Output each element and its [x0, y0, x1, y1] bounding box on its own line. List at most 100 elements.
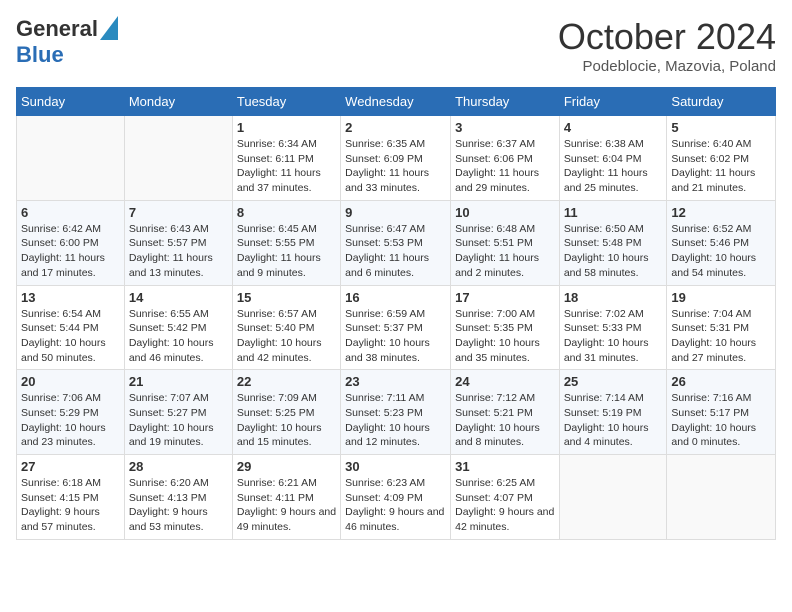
day-number: 4 [564, 120, 663, 135]
day-cell: 22Sunrise: 7:09 AMSunset: 5:25 PMDayligh… [232, 370, 340, 455]
day-cell [559, 455, 667, 540]
day-info: Sunrise: 6:18 AMSunset: 4:15 PMDaylight:… [21, 476, 120, 535]
day-info: Sunrise: 6:50 AMSunset: 5:48 PMDaylight:… [564, 222, 663, 281]
day-cell: 20Sunrise: 7:06 AMSunset: 5:29 PMDayligh… [17, 370, 125, 455]
day-number: 6 [21, 205, 120, 220]
day-info: Sunrise: 7:12 AMSunset: 5:21 PMDaylight:… [455, 391, 555, 450]
day-cell: 2 Sunrise: 6:35 AMSunset: 6:09 PMDaylight… [341, 116, 451, 201]
day-info: Sunrise: 7:02 AMSunset: 5:33 PMDaylight:… [564, 307, 663, 366]
day-cell [124, 116, 232, 201]
day-number: 2 [345, 120, 446, 135]
day-info: Sunrise: 6:21 AMSunset: 4:11 PMDaylight:… [237, 476, 336, 535]
day-info: Sunrise: 6:59 AMSunset: 5:37 PMDaylight:… [345, 307, 446, 366]
day-number: 23 [345, 374, 446, 389]
day-info: Sunrise: 6:57 AMSunset: 5:40 PMDaylight:… [237, 307, 336, 366]
calendar-header-row: SundayMondayTuesdayWednesdayThursdayFrid… [17, 88, 776, 116]
day-cell: 10Sunrise: 6:48 AMSunset: 5:51 PMDayligh… [451, 200, 560, 285]
day-number: 24 [455, 374, 555, 389]
location: Podeblocie, Mazovia, Poland [558, 58, 776, 75]
day-number: 21 [129, 374, 228, 389]
day-number: 22 [237, 374, 336, 389]
title-area: October 2024 Podeblocie, Mazovia, Poland [558, 16, 776, 75]
day-cell: 11 Sunrise: 6:50 AMSunset: 5:48 PMDayligh… [559, 200, 667, 285]
day-cell: 24 Sunrise: 7:12 AMSunset: 5:21 PMDayligh… [451, 370, 560, 455]
day-info: Sunrise: 6:34 AMSunset: 6:11 PMDaylight:… [237, 137, 336, 196]
day-cell: 6 Sunrise: 6:42 AMSunset: 6:00 PMDaylight… [17, 200, 125, 285]
day-info: Sunrise: 6:47 AMSunset: 5:53 PMDaylight:… [345, 222, 446, 281]
col-header-tuesday: Tuesday [232, 88, 340, 116]
page-header: General Blue October 2024 Podeblocie, Ma… [16, 16, 776, 75]
day-number: 28 [129, 459, 228, 474]
day-cell: 21 Sunrise: 7:07 AMSunset: 5:27 PMDayligh… [124, 370, 232, 455]
day-cell: 30Sunrise: 6:23 AMSunset: 4:09 PMDayligh… [341, 455, 451, 540]
day-number: 3 [455, 120, 555, 135]
day-number: 7 [129, 205, 228, 220]
logo-text-general: General [16, 16, 98, 42]
col-header-sunday: Sunday [17, 88, 125, 116]
week-row-2: 6 Sunrise: 6:42 AMSunset: 6:00 PMDaylight… [17, 200, 776, 285]
week-row-4: 20Sunrise: 7:06 AMSunset: 5:29 PMDayligh… [17, 370, 776, 455]
day-cell: 18 Sunrise: 7:02 AMSunset: 5:33 PMDayligh… [559, 285, 667, 370]
day-info: Sunrise: 7:07 AMSunset: 5:27 PMDaylight:… [129, 391, 228, 450]
day-number: 9 [345, 205, 446, 220]
col-header-thursday: Thursday [451, 88, 560, 116]
day-number: 14 [129, 290, 228, 305]
week-row-5: 27 Sunrise: 6:18 AMSunset: 4:15 PMDayligh… [17, 455, 776, 540]
day-number: 19 [671, 290, 771, 305]
day-info: Sunrise: 7:14 AMSunset: 5:19 PMDaylight:… [564, 391, 663, 450]
day-cell: 16 Sunrise: 6:59 AMSunset: 5:37 PMDayligh… [341, 285, 451, 370]
day-info: Sunrise: 6:43 AMSunset: 5:57 PMDaylight:… [129, 222, 228, 281]
day-cell: 23Sunrise: 7:11 AMSunset: 5:23 PMDayligh… [341, 370, 451, 455]
logo: General Blue [16, 16, 118, 68]
day-number: 29 [237, 459, 336, 474]
day-cell: 14Sunrise: 6:55 AMSunset: 5:42 PMDayligh… [124, 285, 232, 370]
month-title: October 2024 [558, 16, 776, 58]
day-number: 18 [564, 290, 663, 305]
logo-text-blue: Blue [16, 42, 64, 67]
logo-icon [100, 16, 118, 40]
day-number: 31 [455, 459, 555, 474]
day-number: 12 [671, 205, 771, 220]
col-header-saturday: Saturday [667, 88, 776, 116]
day-cell: 9 Sunrise: 6:47 AMSunset: 5:53 PMDaylight… [341, 200, 451, 285]
day-info: Sunrise: 6:42 AMSunset: 6:00 PMDaylight:… [21, 222, 120, 281]
day-cell: 7 Sunrise: 6:43 AMSunset: 5:57 PMDaylight… [124, 200, 232, 285]
day-cell: 3 Sunrise: 6:37 AMSunset: 6:06 PMDaylight… [451, 116, 560, 201]
day-info: Sunrise: 7:16 AMSunset: 5:17 PMDaylight:… [671, 391, 771, 450]
day-number: 17 [455, 290, 555, 305]
day-cell: 15 Sunrise: 6:57 AMSunset: 5:40 PMDayligh… [232, 285, 340, 370]
day-cell: 12Sunrise: 6:52 AMSunset: 5:46 PMDayligh… [667, 200, 776, 285]
day-number: 8 [237, 205, 336, 220]
day-cell: 1 Sunrise: 6:34 AMSunset: 6:11 PMDaylight… [232, 116, 340, 201]
day-number: 20 [21, 374, 120, 389]
day-cell: 4Sunrise: 6:38 AMSunset: 6:04 PMDaylight… [559, 116, 667, 201]
day-number: 1 [237, 120, 336, 135]
day-number: 10 [455, 205, 555, 220]
day-info: Sunrise: 6:54 AMSunset: 5:44 PMDaylight:… [21, 307, 120, 366]
day-number: 16 [345, 290, 446, 305]
week-row-1: 1 Sunrise: 6:34 AMSunset: 6:11 PMDaylight… [17, 116, 776, 201]
calendar-table: SundayMondayTuesdayWednesdayThursdayFrid… [16, 87, 776, 540]
day-cell: 26Sunrise: 7:16 AMSunset: 5:17 PMDayligh… [667, 370, 776, 455]
day-cell: 29 Sunrise: 6:21 AMSunset: 4:11 PMDayligh… [232, 455, 340, 540]
day-info: Sunrise: 7:04 AMSunset: 5:31 PMDaylight:… [671, 307, 771, 366]
day-cell: 8Sunrise: 6:45 AMSunset: 5:55 PMDaylight… [232, 200, 340, 285]
day-cell: 5Sunrise: 6:40 AMSunset: 6:02 PMDaylight… [667, 116, 776, 201]
col-header-friday: Friday [559, 88, 667, 116]
day-number: 13 [21, 290, 120, 305]
day-info: Sunrise: 6:37 AMSunset: 6:06 PMDaylight:… [455, 137, 555, 196]
day-cell [17, 116, 125, 201]
day-number: 25 [564, 374, 663, 389]
day-cell: 13 Sunrise: 6:54 AMSunset: 5:44 PMDayligh… [17, 285, 125, 370]
day-info: Sunrise: 6:20 AMSunset: 4:13 PMDaylight:… [129, 476, 228, 535]
day-number: 30 [345, 459, 446, 474]
day-info: Sunrise: 6:35 AMSunset: 6:09 PMDaylight:… [345, 137, 446, 196]
day-cell: 31 Sunrise: 6:25 AMSunset: 4:07 PMDayligh… [451, 455, 560, 540]
day-info: Sunrise: 6:25 AMSunset: 4:07 PMDaylight:… [455, 476, 555, 535]
day-number: 11 [564, 205, 663, 220]
day-cell [667, 455, 776, 540]
week-row-3: 13 Sunrise: 6:54 AMSunset: 5:44 PMDayligh… [17, 285, 776, 370]
day-number: 27 [21, 459, 120, 474]
day-cell: 27 Sunrise: 6:18 AMSunset: 4:15 PMDayligh… [17, 455, 125, 540]
day-number: 15 [237, 290, 336, 305]
